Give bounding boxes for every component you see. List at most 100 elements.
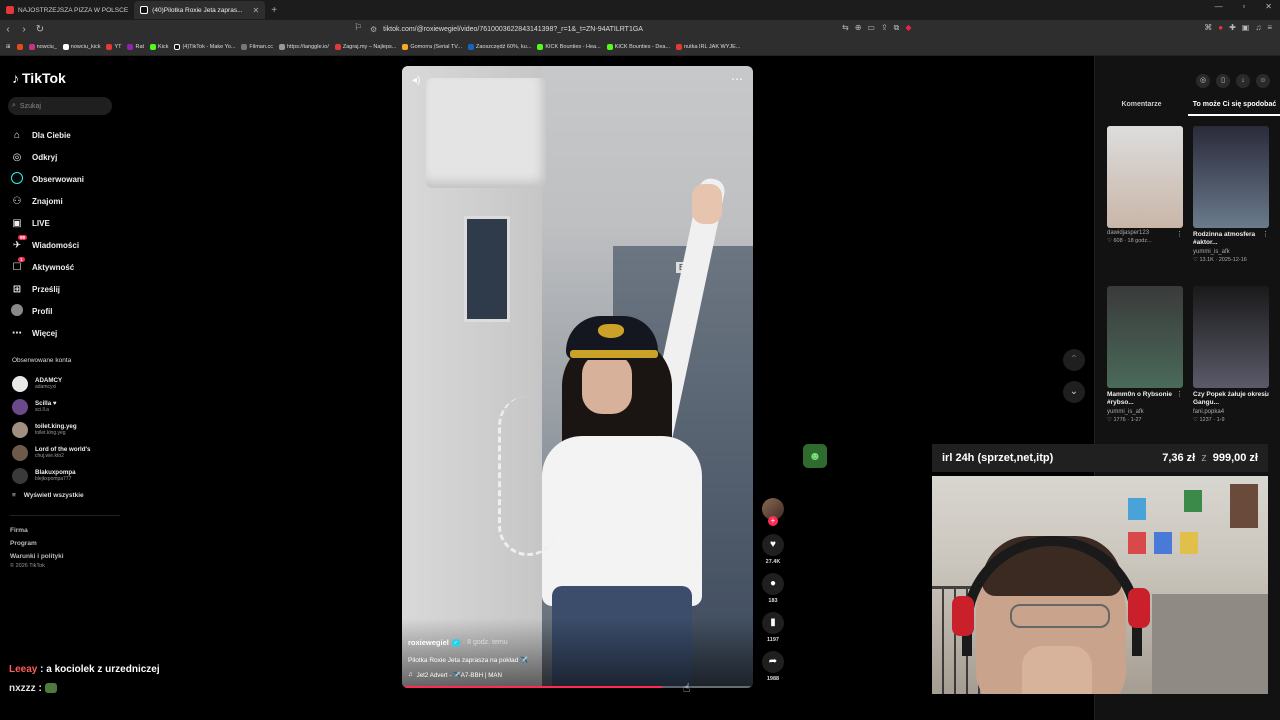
search-input[interactable]: ⌕ Szukaj: [8, 97, 112, 115]
bookmark-item[interactable]: nutka IRL JAK WYJE...: [676, 44, 740, 50]
bookmark-item[interactable]: Gomorra (Serial TV...: [402, 44, 462, 50]
translate-icon[interactable]: ⇆: [842, 23, 849, 33]
bookmark-item[interactable]: (4)TikTok - Make Yo...: [174, 44, 235, 50]
zoom-icon[interactable]: ⊕: [855, 23, 862, 33]
comment-button[interactable]: ● 183: [760, 573, 786, 604]
share-button[interactable]: ➦ 1988: [760, 651, 786, 682]
search-icon: ⌕: [12, 102, 16, 109]
card-more-icon[interactable]: ⋮: [1176, 390, 1183, 398]
footer-link-terms[interactable]: Warunki i polityki: [10, 550, 64, 563]
card-more-icon[interactable]: ⋮: [1262, 390, 1269, 398]
reload-button[interactable]: ↻: [32, 24, 48, 35]
bookmark-item[interactable]: YT: [106, 44, 121, 50]
record-icon[interactable]: ●: [1218, 23, 1223, 32]
menu-icon[interactable]: ≡: [1267, 23, 1272, 32]
like-button[interactable]: ♥ 27.4K: [760, 534, 786, 565]
wallet-icon[interactable]: ▣: [1242, 23, 1250, 32]
video-progress-bar[interactable]: [402, 686, 753, 688]
bookmark-item[interactable]: https://tanggle.io/: [278, 44, 329, 50]
sidebar-item-for-you[interactable]: ⌂ Dla Ciebie: [10, 124, 120, 146]
site-info-icon[interactable]: ⚙: [370, 25, 377, 34]
followed-account[interactable]: Blakuxpompa blejkxpompa777: [12, 464, 122, 487]
bookmark-item[interactable]: Zaoszczędź 60%, ku...: [468, 44, 531, 50]
card-more-icon[interactable]: ⋮: [1176, 230, 1183, 238]
sidebar-item-friends[interactable]: ⚇ Znajomi: [10, 190, 120, 212]
maximize-button[interactable]: ▫: [1242, 2, 1245, 11]
apps-icon[interactable]: ⊞: [6, 44, 11, 50]
close-tab-icon[interactable]: ✕: [253, 6, 260, 15]
bookmark-item[interactable]: KICK Bounties - Hea...: [537, 44, 601, 50]
previous-video-button[interactable]: ⌃: [1063, 349, 1085, 371]
puzzle-icon[interactable]: ✚: [1229, 23, 1236, 32]
video-player[interactable]: EXIT ◂) ⋯ roxiewegiel ✓ · 8 godz. temu P…: [402, 66, 753, 688]
right-panel-tabs: Komentarze To może Ci się spodobać: [1095, 98, 1280, 116]
device-icon[interactable]: ▯: [1216, 74, 1230, 88]
share-icon[interactable]: ⇪: [881, 23, 888, 33]
card-more-icon[interactable]: ⋮: [1262, 230, 1269, 238]
sidebar-item-live[interactable]: ▣ LIVE: [10, 212, 120, 234]
video-author[interactable]: roxiewegiel ✓ · 8 godz. temu: [408, 638, 508, 647]
volume-icon[interactable]: ◂): [412, 75, 420, 86]
bookmark-item[interactable]: [16, 44, 23, 50]
tiktok-logo[interactable]: ♪ TikTok: [12, 70, 66, 86]
followed-account[interactable]: toilet.king.yeg toilet.king.yeg: [12, 418, 122, 441]
bookmark-item[interactable]: Rat: [127, 44, 144, 50]
brave-shield-icon[interactable]: ◆: [905, 23, 911, 33]
forward-button[interactable]: ›: [16, 24, 32, 35]
recommended-video-card[interactable]: dawidjasper123 ♡ 608 · 18 godz... ⋮: [1107, 126, 1183, 244]
bookmark-item[interactable]: KICK Bounties - Dea...: [606, 44, 670, 50]
back-button[interactable]: ‹: [0, 24, 16, 35]
user-avatar-icon[interactable]: ☺: [1256, 74, 1270, 88]
bookmark-item[interactable]: nowciu_kick: [62, 44, 100, 50]
avatar: [12, 444, 28, 461]
close-window-button[interactable]: ✕: [1265, 2, 1272, 11]
more-options-icon[interactable]: ⋯: [731, 72, 743, 86]
followed-account[interactable]: Scilla ♥ sci.ll.a: [12, 395, 122, 418]
sidebar-item-upload[interactable]: ⊞ Prześlij: [10, 278, 120, 300]
tab-you-may-like[interactable]: To może Ci się spodobać: [1188, 98, 1280, 116]
follow-plus-icon[interactable]: +: [768, 516, 778, 526]
recommended-video-card[interactable]: Czy Popek żałuje okresu Gangu... fani.po…: [1193, 286, 1269, 423]
bookmark-icon[interactable]: ⚐: [354, 22, 362, 33]
extension-icon[interactable]: ⌘: [1204, 23, 1212, 32]
wall-poster: [1180, 532, 1198, 554]
url-field[interactable]: ⚙ tiktok.com/@roxiewegiel/video/76100036…: [370, 22, 910, 37]
url-actions: ⇆ ⊕ ▭ ⇪ ⧉ ◆: [842, 23, 912, 33]
upload-icon: ⊞: [12, 283, 22, 295]
footer-link-company[interactable]: Firma: [10, 524, 64, 537]
bookmark-item[interactable]: Zagraj.my – Najleps...: [334, 44, 396, 50]
followed-account[interactable]: Lord of the world's chuj.wie.kto2: [12, 441, 122, 464]
recommended-video-card[interactable]: Rodzinna atmosfera #aktor... yummi_is_af…: [1193, 126, 1269, 263]
sidebar-item-explore[interactable]: ◎ Odkryj: [10, 146, 120, 168]
messages-badge: 99: [18, 235, 28, 240]
media-icon[interactable]: ♫: [1255, 23, 1261, 32]
video-music[interactable]: ♫ Jet2 Advert - ✈️A7-BBH | MAN: [408, 671, 502, 679]
copy-icon[interactable]: ⧉: [894, 23, 900, 33]
compass-icon[interactable]: ◎: [1196, 74, 1210, 88]
bookmark-item[interactable]: Kick: [150, 44, 168, 50]
recommended-video-card[interactable]: Mamm0n o Rybsonie #rybso... yummi_is_afk…: [1107, 286, 1183, 423]
screenshot-icon[interactable]: ▭: [867, 23, 875, 33]
new-tab-button[interactable]: +: [271, 5, 277, 16]
activity-badge: 1: [18, 257, 25, 262]
next-video-button[interactable]: ⌄: [1063, 381, 1085, 403]
followed-account[interactable]: ADAMCY adamcyxi: [12, 372, 122, 395]
show-all-button[interactable]: ≡ Wyświetl wszystkie: [12, 492, 84, 499]
bookmark-item[interactable]: Filman.cc: [241, 44, 273, 50]
download-icon[interactable]: ↓: [1236, 74, 1250, 88]
stream-chat: Leeay : a kociolek z urzedniczej nxzzz :: [9, 660, 160, 698]
tab-comments[interactable]: Komentarze: [1095, 98, 1188, 116]
tiktok-favicon-icon: [140, 6, 149, 14]
sidebar-item-profile[interactable]: Profil: [10, 300, 120, 322]
save-button[interactable]: ▮ 1197: [760, 612, 786, 643]
minimize-button[interactable]: —: [1214, 2, 1222, 11]
sidebar-item-following[interactable]: Obserwowani: [10, 168, 120, 190]
wall-poster: [1128, 532, 1146, 554]
tab-pizza[interactable]: NAJOSTRZEJSZA PIZZA W POLSCE: [0, 1, 134, 19]
sidebar-item-more[interactable]: ⋯ Więcej: [10, 322, 120, 344]
sidebar-item-messages[interactable]: ✈ 99 Wiadomości: [10, 234, 120, 256]
tab-tiktok[interactable]: (40)Pilotka Roxie Jeta zapras... ✕: [134, 1, 266, 19]
bookmark-item[interactable]: nowciu_: [28, 44, 57, 50]
footer-link-program[interactable]: Program: [10, 537, 64, 550]
sidebar-item-activity[interactable]: ☐ 1 Aktywność: [10, 256, 120, 278]
